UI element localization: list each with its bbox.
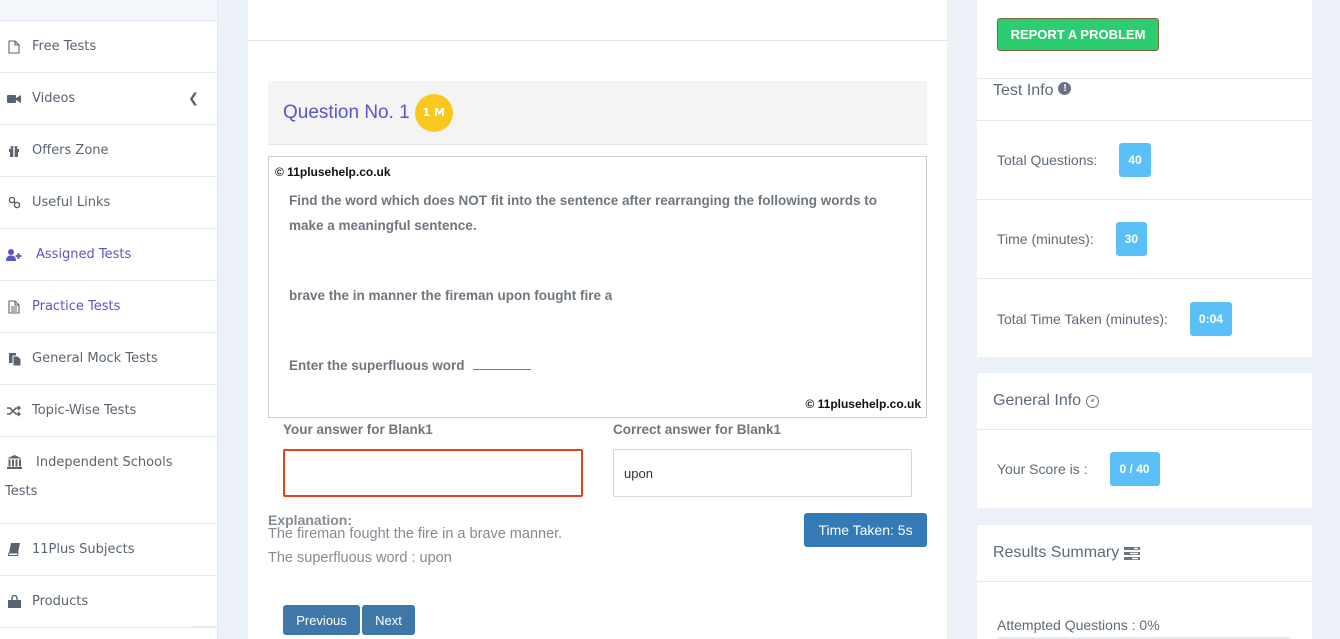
sidebar-item-independent-schools-tests[interactable]: Independent Schools Tests bbox=[0, 437, 217, 524]
previous-button[interactable]: Previous bbox=[283, 605, 360, 635]
video-camera-icon bbox=[5, 91, 23, 107]
info-label: Total Questions: bbox=[997, 152, 1098, 168]
sidebar-item-label: Assigned Tests bbox=[36, 247, 132, 262]
question-words: brave the in manner the fireman upon fou… bbox=[289, 288, 613, 303]
general-info-card: General Info Your Score is : 0 / 40 bbox=[977, 373, 1312, 508]
sidebar-item-general-mock-tests[interactable]: General Mock Tests bbox=[0, 333, 217, 385]
general-info-header: General Info bbox=[977, 373, 1312, 430]
blank-line bbox=[472, 369, 531, 370]
time-taken-button[interactable]: Time Taken: 5s bbox=[804, 513, 927, 547]
sidebar-item-free-tests[interactable]: Free Tests bbox=[0, 21, 217, 73]
your-answer-input[interactable] bbox=[283, 449, 583, 497]
sidebar-item-useful-links[interactable]: Useful Links bbox=[0, 177, 217, 229]
sidebar-item-label: Products bbox=[32, 594, 89, 609]
random-icon bbox=[5, 403, 23, 419]
results-summary-card: Results Summary Attempted Questions : 0% bbox=[977, 525, 1312, 639]
file-icon bbox=[5, 39, 23, 55]
copy-icon bbox=[5, 351, 23, 367]
info-row-total-questions: Total Questions: 40 bbox=[977, 121, 1312, 200]
main-top-bar bbox=[248, 0, 947, 41]
your-answer-label: Your answer for Blank1 bbox=[283, 422, 433, 437]
test-info-card: Test Info ! Total Questions: 40 Time (mi… bbox=[977, 79, 1312, 357]
sidebar-item-label: Free Tests bbox=[32, 39, 97, 54]
link-icon bbox=[5, 195, 23, 211]
question-prompt: Enter the superfluous word bbox=[289, 353, 531, 378]
bank-icon bbox=[5, 454, 23, 470]
next-button[interactable]: Next bbox=[362, 605, 415, 635]
sidebar-item-assigned-tests[interactable]: Assigned Tests bbox=[0, 229, 217, 281]
score-badge: 0 / 40 bbox=[1109, 451, 1160, 486]
sidebar-item-products[interactable]: Products bbox=[0, 576, 217, 628]
report-problem-button[interactable]: REPORT A PROBLEM bbox=[997, 18, 1159, 51]
sidebar-item-label: Offers Zone bbox=[32, 143, 109, 158]
test-info-title: Test Info bbox=[993, 82, 1054, 99]
sidebar-item-label: General Mock Tests bbox=[32, 351, 158, 366]
clock-icon bbox=[1086, 394, 1100, 408]
book-icon bbox=[5, 542, 23, 558]
chevron-left-icon[interactable]: ❮ bbox=[188, 91, 199, 106]
sidebar-item-label: Topic-Wise Tests bbox=[32, 403, 137, 418]
explanation-line: The fireman fought the fire in a brave m… bbox=[268, 526, 563, 542]
page-background-strip bbox=[1312, 0, 1340, 639]
sidebar-item-topic-wise-tests[interactable]: Topic-Wise Tests bbox=[0, 385, 217, 437]
explanation-line: The superfluous word : upon bbox=[268, 550, 452, 566]
attempted-questions-label: Attempted Questions : 0% bbox=[997, 617, 1160, 633]
divider bbox=[193, 626, 218, 627]
sidebar-item-practice-tests[interactable]: Practice Tests bbox=[0, 281, 217, 333]
sidebar-item-offers-zone[interactable]: Offers Zone bbox=[0, 125, 217, 177]
question-header: Question No. 1 1 M bbox=[268, 81, 927, 145]
info-value-badge: 40 bbox=[1119, 143, 1151, 177]
sidebar-item-label-continued: Tests bbox=[5, 484, 38, 499]
question-image: © 11plusehelp.co.uk Find the word which … bbox=[268, 156, 927, 418]
copyright-top: © 11plusehelp.co.uk bbox=[275, 165, 391, 179]
score-label: Your Score is : bbox=[997, 460, 1088, 477]
info-value-badge: 30 bbox=[1115, 222, 1148, 256]
sidebar-item-label: Useful Links bbox=[32, 195, 111, 210]
shopping-bag-icon bbox=[5, 594, 23, 610]
file-text-icon bbox=[5, 299, 23, 315]
question-panel: Question No. 1 1 M © 11plusehelp.co.uk F… bbox=[248, 0, 947, 639]
sidebar-item-videos[interactable]: Videos ❮ bbox=[0, 73, 217, 125]
results-summary-title: Results Summary bbox=[993, 544, 1120, 561]
info-row-score: Your Score is : 0 / 40 bbox=[977, 430, 1312, 507]
copyright-bottom: © 11plusehelp.co.uk bbox=[805, 397, 921, 411]
question-prompt-text: Enter the superfluous word bbox=[289, 358, 465, 373]
correct-answer-input[interactable] bbox=[613, 449, 912, 497]
exclamation-circle-icon: ! bbox=[1058, 82, 1072, 95]
sidebar-item-label: Practice Tests bbox=[32, 299, 121, 314]
general-info-title: General Info bbox=[993, 392, 1082, 409]
sidebar-item-label: Videos bbox=[32, 91, 76, 106]
info-label: Time (minutes): bbox=[997, 231, 1094, 247]
question-instruction: Find the word which does NOT fit into th… bbox=[289, 193, 878, 233]
sidebar: Free Tests Videos ❮ Offers Zone Useful L… bbox=[0, 0, 218, 639]
marks-badge: 1 M bbox=[414, 93, 453, 132]
test-info-header: Test Info ! bbox=[977, 79, 1312, 121]
info-label: Total Time Taken (minutes): bbox=[997, 310, 1168, 327]
report-card: REPORT A PROBLEM bbox=[977, 0, 1312, 79]
results-summary-header: Results Summary bbox=[977, 525, 1312, 582]
correct-answer-label: Correct answer for Blank1 bbox=[613, 422, 782, 437]
info-row-total-time-taken: Total Time Taken (minutes): 0:04 bbox=[977, 279, 1312, 358]
sidebar-item-11plus-subjects[interactable]: 11Plus Subjects bbox=[0, 524, 217, 576]
question-title: Question No. 1 bbox=[283, 101, 410, 123]
sidebar-top bbox=[0, 0, 217, 21]
user-plus-icon bbox=[5, 247, 23, 263]
tasks-list-icon bbox=[1124, 546, 1141, 560]
sidebar-item-label: 11Plus Subjects bbox=[32, 542, 135, 557]
info-row-time: Time (minutes): 30 bbox=[977, 200, 1312, 279]
gift-icon bbox=[5, 143, 23, 159]
info-value-badge: 0:04 bbox=[1189, 301, 1232, 336]
sidebar-item-label: Independent Schools bbox=[36, 454, 173, 470]
